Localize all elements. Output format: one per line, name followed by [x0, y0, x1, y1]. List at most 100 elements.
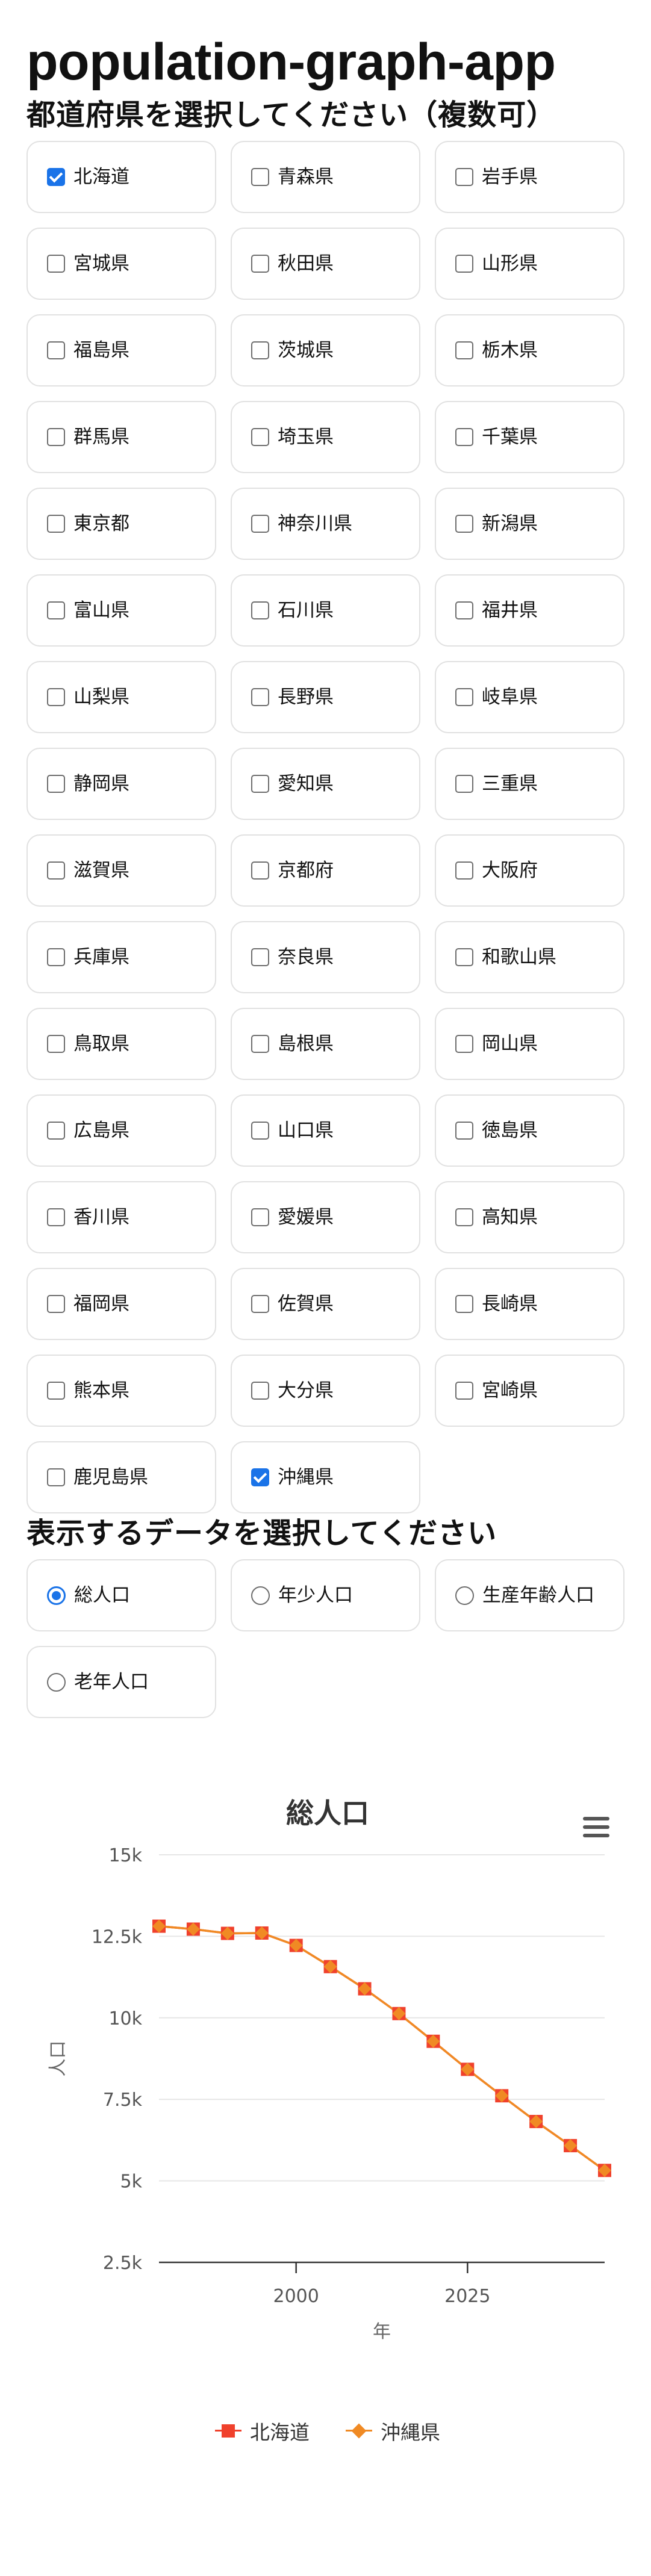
- prefecture-option[interactable]: 千葉県: [435, 401, 625, 473]
- prefecture-checkbox[interactable]: [455, 168, 473, 186]
- prefecture-option[interactable]: 岡山県: [435, 1008, 625, 1080]
- prefecture-checkbox[interactable]: [47, 1382, 65, 1400]
- prefecture-option[interactable]: 宮城県: [26, 228, 216, 300]
- data-type-radio[interactable]: [455, 1586, 474, 1605]
- prefecture-checkbox[interactable]: [251, 775, 269, 793]
- prefecture-checkbox[interactable]: [47, 515, 65, 533]
- prefecture-option[interactable]: 青森県: [231, 141, 420, 213]
- prefecture-checkbox[interactable]: [455, 861, 473, 880]
- prefecture-checkbox[interactable]: [251, 341, 269, 359]
- data-type-option[interactable]: 老年人口: [26, 1646, 216, 1718]
- prefecture-option[interactable]: 長崎県: [435, 1268, 625, 1340]
- prefecture-checkbox[interactable]: [47, 948, 65, 966]
- prefecture-option[interactable]: 埼玉県: [231, 401, 420, 473]
- prefecture-checkbox[interactable]: [47, 168, 65, 186]
- prefecture-option[interactable]: 大分県: [231, 1355, 420, 1427]
- prefecture-option[interactable]: 広島県: [26, 1094, 216, 1167]
- prefecture-option[interactable]: 熊本県: [26, 1355, 216, 1427]
- prefecture-checkbox[interactable]: [47, 1208, 65, 1226]
- prefecture-option[interactable]: 北海道: [26, 141, 216, 213]
- prefecture-option[interactable]: 兵庫県: [26, 921, 216, 993]
- data-type-radio[interactable]: [251, 1586, 270, 1605]
- legend-item[interactable]: 北海道: [215, 2416, 310, 2445]
- prefecture-checkbox[interactable]: [455, 1382, 473, 1400]
- prefecture-option[interactable]: 山梨県: [26, 661, 216, 733]
- prefecture-checkbox[interactable]: [455, 255, 473, 273]
- prefecture-option[interactable]: 和歌山県: [435, 921, 625, 993]
- prefecture-checkbox[interactable]: [455, 1122, 473, 1140]
- prefecture-option[interactable]: 鳥取県: [26, 1008, 216, 1080]
- prefecture-option[interactable]: 福島県: [26, 314, 216, 386]
- prefecture-checkbox[interactable]: [455, 601, 473, 619]
- prefecture-checkbox[interactable]: [47, 341, 65, 359]
- prefecture-option[interactable]: 栃木県: [435, 314, 625, 386]
- data-type-option[interactable]: 年少人口: [231, 1559, 420, 1631]
- prefecture-option[interactable]: 岐阜県: [435, 661, 625, 733]
- hamburger-menu-icon[interactable]: [580, 1811, 612, 1843]
- prefecture-checkbox[interactable]: [455, 688, 473, 706]
- prefecture-option[interactable]: 佐賀県: [231, 1268, 420, 1340]
- prefecture-checkbox[interactable]: [47, 1122, 65, 1140]
- prefecture-checkbox[interactable]: [455, 1208, 473, 1226]
- prefecture-option[interactable]: 鹿児島県: [26, 1441, 216, 1513]
- prefecture-checkbox[interactable]: [251, 515, 269, 533]
- prefecture-option[interactable]: 滋賀県: [26, 834, 216, 907]
- prefecture-checkbox[interactable]: [455, 948, 473, 966]
- prefecture-option[interactable]: 福岡県: [26, 1268, 216, 1340]
- prefecture-checkbox[interactable]: [47, 688, 65, 706]
- data-type-radio[interactable]: [47, 1672, 66, 1692]
- prefecture-option[interactable]: 宮崎県: [435, 1355, 625, 1427]
- prefecture-option[interactable]: 静岡県: [26, 748, 216, 820]
- prefecture-checkbox[interactable]: [47, 601, 65, 619]
- prefecture-checkbox[interactable]: [455, 1035, 473, 1053]
- prefecture-checkbox[interactable]: [251, 428, 269, 446]
- prefecture-checkbox[interactable]: [251, 948, 269, 966]
- prefecture-option[interactable]: 大阪府: [435, 834, 625, 907]
- prefecture-checkbox[interactable]: [251, 601, 269, 619]
- prefecture-checkbox[interactable]: [47, 1035, 65, 1053]
- prefecture-option[interactable]: 山形県: [435, 228, 625, 300]
- prefecture-option[interactable]: 岩手県: [435, 141, 625, 213]
- prefecture-option[interactable]: 三重県: [435, 748, 625, 820]
- prefecture-option[interactable]: 愛知県: [231, 748, 420, 820]
- prefecture-checkbox[interactable]: [251, 1382, 269, 1400]
- prefecture-checkbox[interactable]: [47, 255, 65, 273]
- prefecture-option[interactable]: 石川県: [231, 574, 420, 647]
- prefecture-option[interactable]: 香川県: [26, 1181, 216, 1253]
- prefecture-checkbox[interactable]: [455, 428, 473, 446]
- prefecture-checkbox[interactable]: [455, 1295, 473, 1313]
- prefecture-option[interactable]: 高知県: [435, 1181, 625, 1253]
- prefecture-option[interactable]: 愛媛県: [231, 1181, 420, 1253]
- prefecture-checkbox[interactable]: [455, 775, 473, 793]
- prefecture-option[interactable]: 群馬県: [26, 401, 216, 473]
- prefecture-checkbox[interactable]: [47, 428, 65, 446]
- prefecture-option[interactable]: 長野県: [231, 661, 420, 733]
- data-type-option[interactable]: 生産年齢人口: [435, 1559, 625, 1631]
- prefecture-option[interactable]: 神奈川県: [231, 488, 420, 560]
- prefecture-option[interactable]: 茨城県: [231, 314, 420, 386]
- prefecture-checkbox[interactable]: [251, 1295, 269, 1313]
- prefecture-checkbox[interactable]: [251, 1208, 269, 1226]
- prefecture-checkbox[interactable]: [47, 775, 65, 793]
- prefecture-option[interactable]: 奈良県: [231, 921, 420, 993]
- prefecture-option[interactable]: 福井県: [435, 574, 625, 647]
- prefecture-option[interactable]: 秋田県: [231, 228, 420, 300]
- prefecture-checkbox[interactable]: [47, 861, 65, 880]
- data-type-radio[interactable]: [47, 1586, 66, 1605]
- prefecture-option[interactable]: 沖縄県: [231, 1441, 420, 1513]
- prefecture-option[interactable]: 新潟県: [435, 488, 625, 560]
- prefecture-checkbox[interactable]: [251, 168, 269, 186]
- prefecture-option[interactable]: 富山県: [26, 574, 216, 647]
- prefecture-checkbox[interactable]: [455, 515, 473, 533]
- legend-item[interactable]: 沖縄県: [346, 2416, 440, 2445]
- data-type-option[interactable]: 総人口: [26, 1559, 216, 1631]
- prefecture-checkbox[interactable]: [251, 688, 269, 706]
- prefecture-checkbox[interactable]: [251, 1468, 269, 1486]
- prefecture-option[interactable]: 東京都: [26, 488, 216, 560]
- prefecture-option[interactable]: 徳島県: [435, 1094, 625, 1167]
- prefecture-checkbox[interactable]: [251, 861, 269, 880]
- prefecture-checkbox[interactable]: [47, 1295, 65, 1313]
- prefecture-checkbox[interactable]: [251, 255, 269, 273]
- prefecture-option[interactable]: 島根県: [231, 1008, 420, 1080]
- prefecture-checkbox[interactable]: [455, 341, 473, 359]
